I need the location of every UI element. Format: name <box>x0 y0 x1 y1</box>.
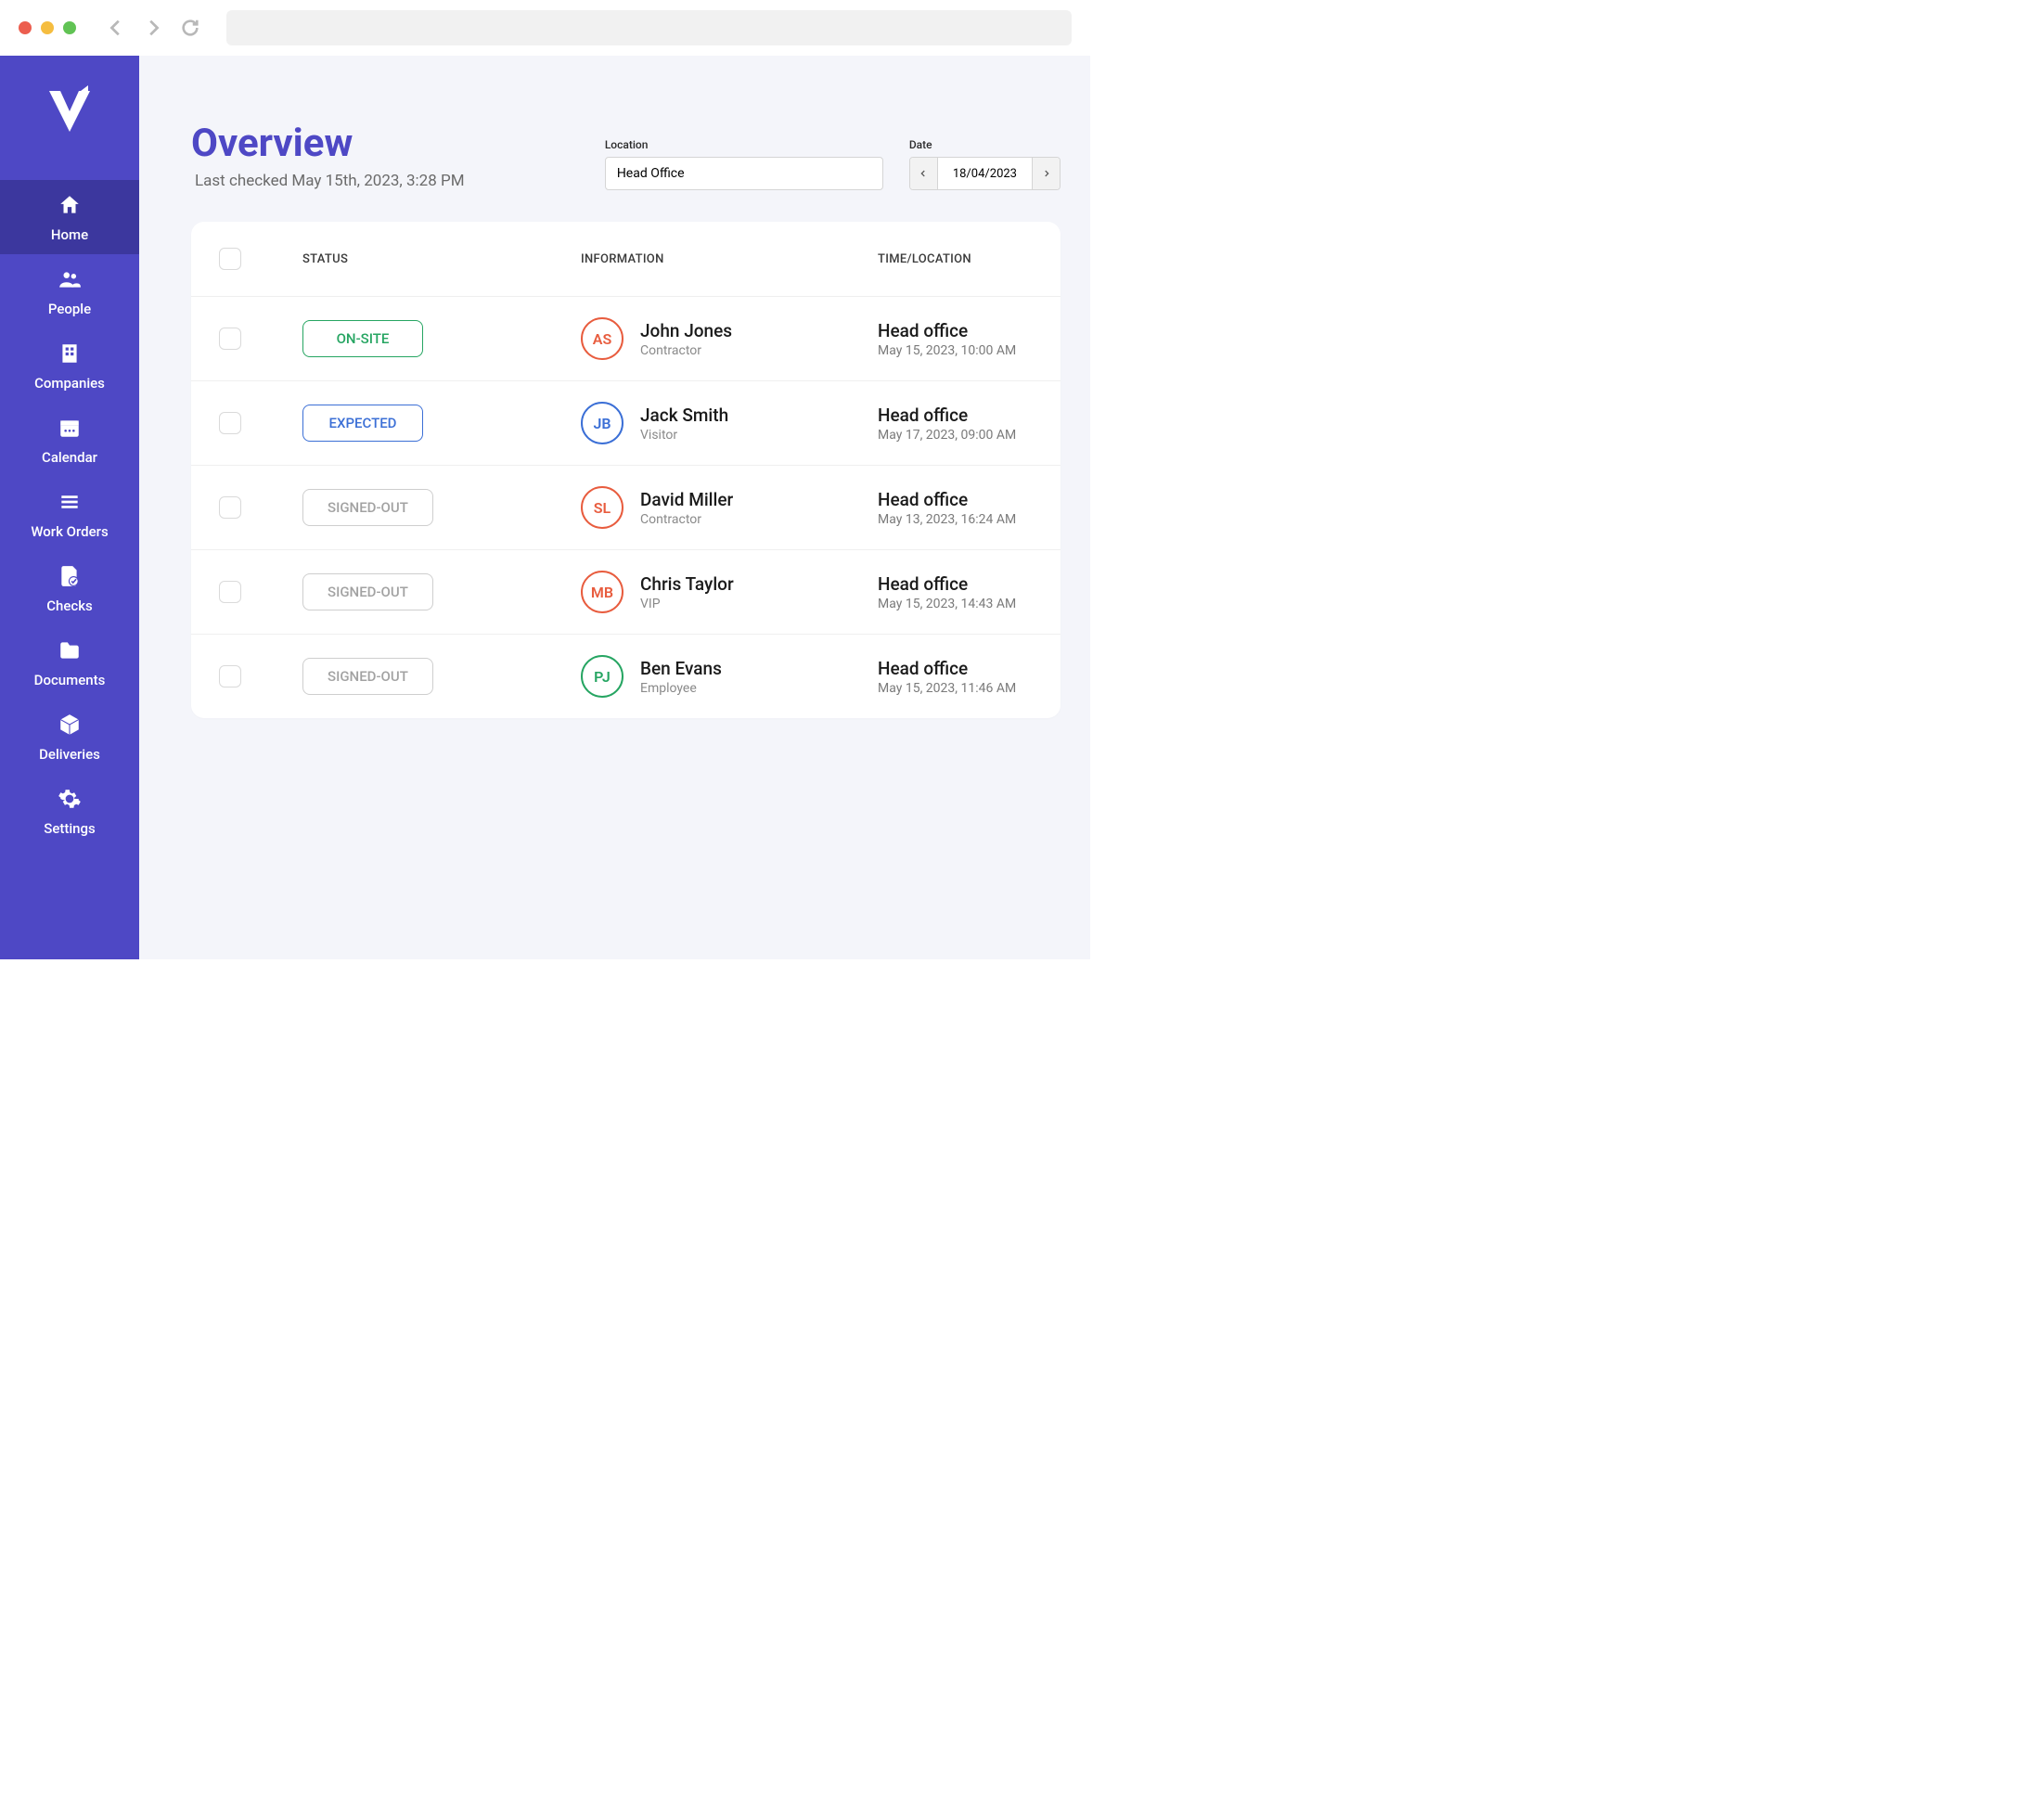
table-row[interactable]: ON-SITE AS John Jones Contractor Head of… <box>191 297 1061 381</box>
person-name: Chris Taylor <box>640 573 734 595</box>
date-filter-label: Date <box>909 138 1061 151</box>
location-value: Head Office <box>617 166 685 181</box>
location-filter-label: Location <box>605 138 883 151</box>
date-picker: 18/04/2023 <box>909 157 1061 190</box>
forward-button[interactable] <box>143 18 163 38</box>
sidebar-item-deliveries[interactable]: Deliveries <box>0 700 139 774</box>
window-close[interactable] <box>19 21 32 34</box>
overview-table: STATUS INFORMATION TIME/LOCATION ON-SITE… <box>191 222 1061 718</box>
location-time: May 15, 2023, 14:43 AM <box>878 597 1033 611</box>
reload-button[interactable] <box>180 18 200 38</box>
row-checkbox[interactable] <box>219 328 241 350</box>
page-subtitle: Last checked May 15th, 2023, 3:28 PM <box>191 172 465 190</box>
person-role: Contractor <box>640 512 733 527</box>
window-controls <box>19 21 76 34</box>
row-checkbox[interactable] <box>219 496 241 519</box>
row-checkbox[interactable] <box>219 412 241 434</box>
sidebar-item-label: Companies <box>34 375 105 392</box>
table-row[interactable]: SIGNED-OUT PJ Ben Evans Employee Head of… <box>191 635 1061 718</box>
page-title: Overview <box>191 121 465 166</box>
box-icon <box>58 713 82 740</box>
avatar: AS <box>581 317 623 360</box>
main-content: Overview Last checked May 15th, 2023, 3:… <box>139 56 1090 959</box>
date-prev-button[interactable] <box>910 158 938 189</box>
select-all-checkbox[interactable] <box>219 248 241 270</box>
gear-icon <box>58 787 82 815</box>
sidebar-item-label: Documents <box>34 672 106 688</box>
date-next-button[interactable] <box>1032 158 1060 189</box>
sidebar-item-people[interactable]: People <box>0 254 139 328</box>
row-checkbox[interactable] <box>219 581 241 603</box>
location-time: May 17, 2023, 09:00 AM <box>878 428 1033 443</box>
person-name: John Jones <box>640 320 732 341</box>
sidebar-item-home[interactable]: Home <box>0 180 139 254</box>
avatar: JB <box>581 402 623 444</box>
location-time: May 15, 2023, 11:46 AM <box>878 681 1033 696</box>
sidebar-item-label: People <box>48 301 91 317</box>
person-name: Ben Evans <box>640 658 722 679</box>
col-timelocation: TIME/LOCATION <box>878 252 1033 266</box>
sidebar-item-checks[interactable]: Checks <box>0 551 139 625</box>
person-role: VIP <box>640 597 734 611</box>
sidebar-item-label: Settings <box>44 820 96 837</box>
sidebar-item-label: Home <box>51 226 88 243</box>
sidebar-item-companies[interactable]: Companies <box>0 328 139 403</box>
table-row[interactable]: SIGNED-OUT MB Chris Taylor VIP Head offi… <box>191 550 1061 635</box>
sidebar-item-documents[interactable]: Documents <box>0 625 139 700</box>
back-button[interactable] <box>106 18 126 38</box>
person-role: Contractor <box>640 343 732 358</box>
sidebar-item-label: Deliveries <box>39 746 100 763</box>
status-badge: SIGNED-OUT <box>302 573 433 610</box>
url-bar[interactable] <box>226 10 1072 45</box>
status-badge: ON-SITE <box>302 320 423 357</box>
status-badge: EXPECTED <box>302 405 423 442</box>
sidebar-item-calendar[interactable]: Calendar <box>0 403 139 477</box>
sidebar: Home People Companies Calendar Work Orde… <box>0 56 139 959</box>
avatar: MB <box>581 571 623 613</box>
window-minimize[interactable] <box>41 21 54 34</box>
table-row[interactable]: SIGNED-OUT SL David Miller Contractor He… <box>191 466 1061 550</box>
location-time: May 15, 2023, 10:00 AM <box>878 343 1033 358</box>
col-information: INFORMATION <box>581 252 878 266</box>
check-doc-icon <box>58 564 82 592</box>
status-badge: SIGNED-OUT <box>302 489 433 526</box>
person-name: David Miller <box>640 489 733 510</box>
sidebar-item-label: Checks <box>46 598 93 614</box>
location-name: Head office <box>878 658 1033 679</box>
building-icon <box>58 341 82 369</box>
home-icon <box>58 193 82 221</box>
sidebar-item-label: Calendar <box>42 449 97 466</box>
avatar: PJ <box>581 655 623 698</box>
sidebar-item-settings[interactable]: Settings <box>0 774 139 848</box>
person-name: Jack Smith <box>640 405 728 426</box>
menu-icon <box>58 490 82 518</box>
location-name: Head office <box>878 573 1033 595</box>
sidebar-item-label: Work Orders <box>31 523 108 540</box>
location-name: Head office <box>878 405 1033 426</box>
browser-chrome <box>0 0 1090 56</box>
sidebar-item-work-orders[interactable]: Work Orders <box>0 477 139 551</box>
person-role: Employee <box>640 681 722 696</box>
location-name: Head office <box>878 489 1033 510</box>
calendar-icon <box>58 416 82 443</box>
folder-icon <box>58 638 82 666</box>
location-time: May 13, 2023, 16:24 AM <box>878 512 1033 527</box>
status-badge: SIGNED-OUT <box>302 658 433 695</box>
person-role: Visitor <box>640 428 728 443</box>
date-value[interactable]: 18/04/2023 <box>938 158 1032 189</box>
people-icon <box>58 267 82 295</box>
app-logo <box>42 84 97 143</box>
col-status: STATUS <box>302 252 581 266</box>
location-select[interactable]: Head Office <box>605 157 883 190</box>
row-checkbox[interactable] <box>219 665 241 687</box>
table-row[interactable]: EXPECTED JB Jack Smith Visitor Head offi… <box>191 381 1061 466</box>
location-name: Head office <box>878 320 1033 341</box>
window-maximize[interactable] <box>63 21 76 34</box>
avatar: SL <box>581 486 623 529</box>
